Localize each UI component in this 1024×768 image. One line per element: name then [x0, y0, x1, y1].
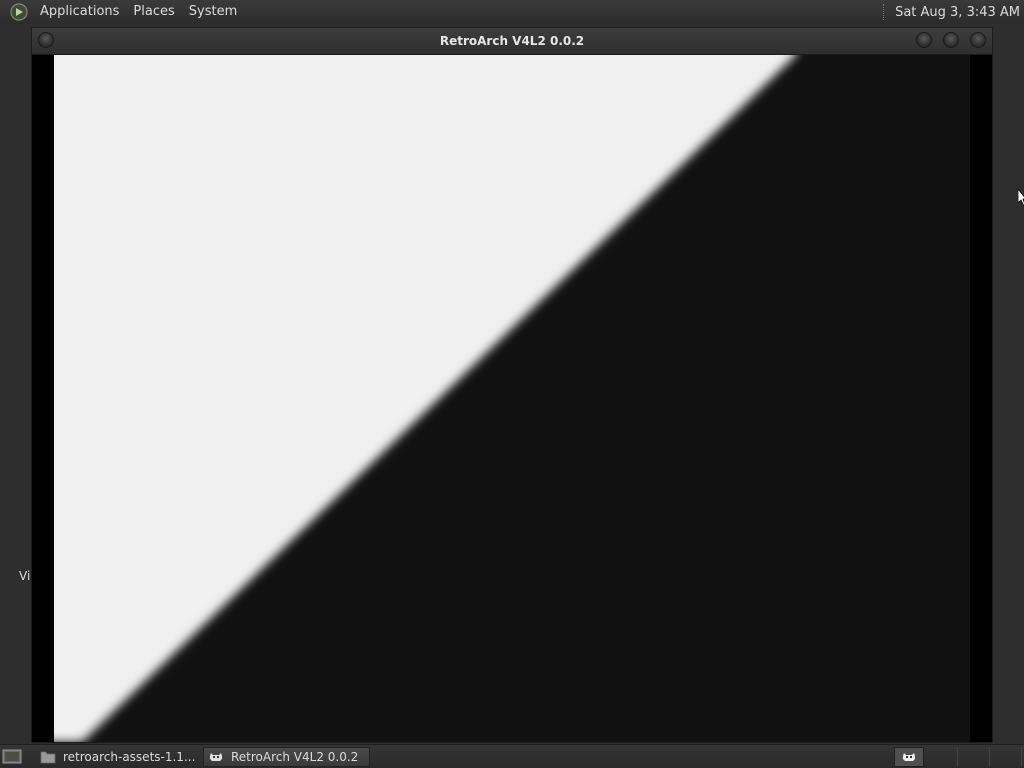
maximize-button[interactable]: [943, 32, 959, 48]
retroarch-icon: [210, 753, 222, 761]
taskbar-item-retroarch[interactable]: RetroArch V4L2 0.0.2: [203, 747, 370, 767]
applications-menu[interactable]: Applications: [33, 0, 126, 24]
retroarch-icon: [903, 753, 915, 761]
desktop-icon-label[interactable]: Vi: [19, 569, 30, 583]
camera-video-frame: [54, 55, 970, 742]
clock[interactable]: Sat Aug 3, 3:43 AM: [895, 5, 1024, 20]
taskbar-item-label: RetroArch V4L2 0.0.2: [231, 750, 359, 764]
mouse-cursor-icon: [1018, 189, 1024, 207]
places-menu[interactable]: Places: [126, 0, 181, 24]
system-menu[interactable]: System: [182, 0, 244, 24]
show-desktop-icon[interactable]: [2, 748, 22, 765]
retroarch-window[interactable]: RetroArch V4L2 0.0.2: [31, 27, 993, 743]
panel-drag-handle[interactable]: [883, 4, 887, 20]
window-content[interactable]: [32, 55, 992, 742]
taskbar-item-label: retroarch-assets-1.1...: [63, 750, 196, 764]
workspace-switcher-3[interactable]: [990, 747, 1022, 767]
top-panel: Applications Places System Sat Aug 3, 3:…: [0, 0, 1024, 24]
window-title: RetroArch V4L2 0.0.2: [439, 34, 585, 48]
tray-retroarch-icon[interactable]: [894, 747, 924, 767]
distro-logo-icon[interactable]: [10, 3, 28, 21]
bottom-panel: retroarch-assets-1.1... RetroArch V4L2 0…: [0, 744, 1024, 768]
window-titlebar[interactable]: RetroArch V4L2 0.0.2: [32, 28, 992, 55]
workspace-switcher-1[interactable]: [926, 747, 958, 767]
taskbar-item-file-manager[interactable]: retroarch-assets-1.1...: [36, 747, 200, 767]
workspace-switcher-2[interactable]: [958, 747, 990, 767]
minimize-button[interactable]: [916, 32, 932, 48]
folder-icon: [40, 751, 56, 764]
close-button[interactable]: [970, 32, 986, 48]
